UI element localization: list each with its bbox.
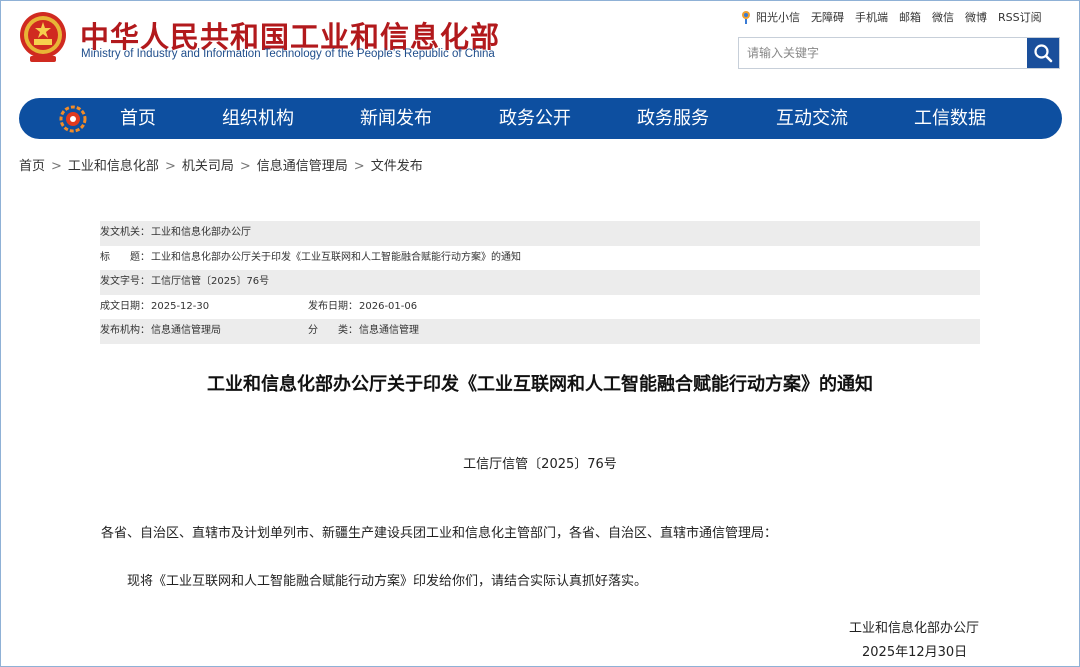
published-date-label: 发布日期： xyxy=(308,300,358,312)
created-date-label: 成文日期： xyxy=(100,300,150,312)
org-value: 信息通信管理局 xyxy=(151,325,221,336)
info-row-title: 标 题： 工业和信息化部办公厅关于印发《工业互联网和人工智能融合赋能行动方案》的… xyxy=(100,246,980,271)
category-value: 信息通信管理 xyxy=(359,325,419,336)
top-links: 阳光小信 无障碍 手机端 邮箱 微信 微博 RSS订阅 xyxy=(740,8,1042,26)
nav-item-home[interactable]: 首页 xyxy=(120,98,156,139)
doc-number-label: 发文字号： xyxy=(100,276,150,287)
document-title: 工业和信息化部办公厅关于印发《工业互联网和人工智能融合赋能行动方案》的通知 xyxy=(207,374,873,395)
info-row-doc-number: 发文字号： 工信厅信管〔2025〕76号 xyxy=(100,270,980,295)
top-link-rss[interactable]: RSS订阅 xyxy=(998,9,1042,25)
document-info-table: 发文机关： 工业和信息化部办公厅 标 题： 工业和信息化部办公厅关于印发《工业互… xyxy=(100,221,980,344)
issuer-value: 工业和信息化部办公厅 xyxy=(151,227,251,238)
breadcrumb-ministry[interactable]: 工业和信息化部 xyxy=(68,159,159,174)
miit-logo-icon[interactable] xyxy=(59,105,87,133)
nav-item-organization[interactable]: 组织机构 xyxy=(222,98,294,139)
nav-item-gov-affairs[interactable]: 政务公开 xyxy=(499,98,571,139)
breadcrumb-telecom-bureau[interactable]: 信息通信管理局 xyxy=(257,159,348,174)
document-recipients: 各省、自治区、直辖市及计划单列市、新疆生产建设兵团工业和信息化主管部门，各省、自… xyxy=(101,526,778,541)
info-row-issuer: 发文机关： 工业和信息化部办公厅 xyxy=(100,221,980,246)
search-input[interactable] xyxy=(739,38,1027,68)
search-icon xyxy=(1034,44,1053,63)
search-button[interactable] xyxy=(1027,38,1059,68)
document-body: 现将《工业互联网和人工智能融合赋能行动方案》印发给你们，请结合实际认真抓好落实。 xyxy=(127,574,648,589)
nav-item-data[interactable]: 工信数据 xyxy=(914,98,986,139)
top-link-mobile[interactable]: 手机端 xyxy=(855,9,888,25)
info-row-dates: 成文日期： 2025-12-30 发布日期： 2026-01-06 xyxy=(100,295,980,320)
top-link-sunshine[interactable]: 阳光小信 xyxy=(756,9,800,25)
breadcrumb-separator: > xyxy=(353,159,365,174)
national-emblem-icon xyxy=(20,12,66,62)
breadcrumb-departments[interactable]: 机关司局 xyxy=(182,159,234,174)
top-link-wechat[interactable]: 微信 xyxy=(932,9,954,25)
site-subtitle-en: Ministry of Industry and Information Tec… xyxy=(81,48,495,60)
breadcrumb-separator: > xyxy=(164,159,176,174)
published-date-value: 2026-01-06 xyxy=(359,300,418,312)
nav-item-gov-services[interactable]: 政务服务 xyxy=(637,98,709,139)
info-row-org: 发布机构： 信息通信管理局 分 类： 信息通信管理 xyxy=(100,319,980,344)
nav-item-news[interactable]: 新闻发布 xyxy=(360,98,432,139)
top-link-accessibility[interactable]: 无障碍 xyxy=(811,9,844,25)
main-nav: 首页 组织机构 新闻发布 政务公开 政务服务 互动交流 工信数据 xyxy=(19,98,1062,139)
created-date-value: 2025-12-30 xyxy=(151,300,210,312)
document-signer: 工业和信息化部办公厅 xyxy=(848,621,979,636)
issuer-label: 发文机关： xyxy=(100,227,150,238)
doc-number-value: 工信厅信管〔2025〕76号 xyxy=(151,276,270,287)
document-number: 工信厅信管〔2025〕76号 xyxy=(463,457,617,472)
search-box xyxy=(738,37,1060,69)
breadcrumb-separator: > xyxy=(51,159,62,174)
title-label: 标 题： xyxy=(100,251,150,263)
nav-item-interaction[interactable]: 互动交流 xyxy=(776,98,848,139)
breadcrumb-home[interactable]: 首页 xyxy=(19,159,45,174)
category-label: 分 类： xyxy=(308,325,358,336)
breadcrumb-documents[interactable]: 文件发布 xyxy=(371,159,423,174)
sunshine-icon xyxy=(742,11,750,24)
org-label: 发布机构： xyxy=(100,325,150,336)
breadcrumb: 首页 > 工业和信息化部 > 机关司局 > 信息通信管理局 > 文件发布 xyxy=(19,155,423,174)
document-date: 2025年12月30日 xyxy=(862,645,968,660)
top-link-weibo[interactable]: 微博 xyxy=(965,9,987,25)
breadcrumb-separator: > xyxy=(239,159,251,174)
title-value: 工业和信息化部办公厅关于印发《工业互联网和人工智能融合赋能行动方案》的通知 xyxy=(151,251,521,263)
top-link-mail[interactable]: 邮箱 xyxy=(899,9,921,25)
